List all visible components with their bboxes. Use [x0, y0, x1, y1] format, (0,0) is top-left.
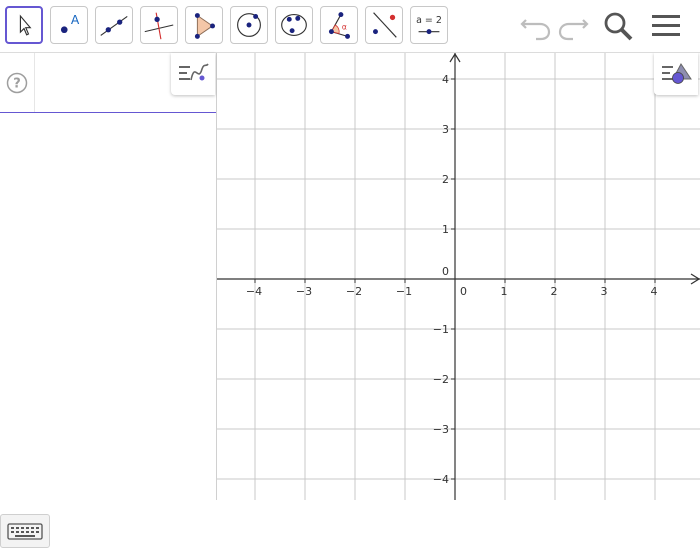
- help-button[interactable]: ?: [6, 72, 28, 94]
- x-tick-label: 3: [601, 285, 608, 298]
- y-tick-label: −2: [433, 373, 449, 386]
- y-tick-label: −1: [433, 323, 449, 336]
- graphics-view[interactable]: −4 −3 −2 −1 0 1 2 3 4 4 3 2 1 0 −1 −2 −3 −4: [217, 53, 700, 500]
- point-icon: A: [60, 13, 80, 34]
- graphics-style-bar-icon: [662, 63, 692, 84]
- coordinate-plane[interactable]: −4 −3 −2 −1 0 1 2 3 4 4 3 2 1 0 −1 −2 −3 −4: [217, 53, 700, 500]
- menu-icon: [652, 15, 680, 36]
- line-tool-button[interactable]: [95, 6, 133, 44]
- reflect-tool-button[interactable]: [365, 6, 403, 44]
- keyboard-icon: [7, 523, 43, 540]
- angle-icon: α: [328, 12, 350, 39]
- point-tool-button[interactable]: A: [50, 6, 88, 44]
- x-tick-label: 4: [651, 285, 658, 298]
- x-tick-label: −1: [396, 285, 412, 298]
- angle-tool-label: α: [342, 23, 347, 32]
- point-tool-label: A: [71, 13, 80, 27]
- algebra-style-bar-icon: [179, 63, 209, 81]
- perpendicular-line-tool-button[interactable]: [140, 6, 178, 44]
- x-tick-label: 0: [460, 285, 467, 298]
- x-tick-label: −3: [296, 285, 312, 298]
- circle-tool-button[interactable]: [230, 6, 268, 44]
- slider-tool-button[interactable]: a = 2: [410, 6, 448, 44]
- keyboard-button[interactable]: [0, 514, 50, 548]
- input-divider: [34, 53, 35, 112]
- help-icon: ?: [6, 72, 28, 94]
- x-tick-label: 1: [501, 285, 508, 298]
- slider-tool-label: a = 2: [416, 15, 442, 26]
- algebra-style-bar-button[interactable]: [171, 53, 215, 95]
- perpendicular-line-icon: [144, 12, 174, 40]
- y-tick-label: −4: [433, 473, 449, 486]
- undo-button[interactable]: [518, 8, 554, 44]
- cursor-arrow-icon: [19, 14, 32, 36]
- y-tick-label: −3: [433, 423, 449, 436]
- y-tick-label: 2: [442, 173, 449, 186]
- x-tick-label: −4: [246, 285, 262, 298]
- conic-tool-button[interactable]: [275, 6, 313, 44]
- search-icon: [604, 12, 633, 41]
- polygon-tool-button[interactable]: [185, 6, 223, 44]
- redo-icon: [558, 19, 589, 41]
- algebra-view: ?: [0, 53, 217, 548]
- y-tick-label: 1: [442, 223, 449, 236]
- y-tick-label: 3: [442, 123, 449, 136]
- x-tick-label: −2: [346, 285, 362, 298]
- y-tick-label: 4: [442, 73, 449, 86]
- graphics-style-bar-button[interactable]: [654, 53, 698, 95]
- angle-tool-button[interactable]: α: [320, 6, 358, 44]
- y-tick-label: 0: [442, 265, 449, 278]
- search-button[interactable]: [600, 8, 636, 44]
- line-through-points-icon: [100, 16, 128, 36]
- move-tool-button[interactable]: [5, 6, 43, 44]
- x-tick-label: 2: [551, 285, 558, 298]
- polygon-icon: [194, 13, 215, 39]
- slider-icon: a = 2: [416, 15, 442, 35]
- reflect-about-line-icon: [373, 12, 397, 38]
- ellipse-icon: [281, 14, 307, 36]
- undo-icon: [520, 19, 551, 41]
- svg-text:?: ?: [13, 77, 21, 92]
- main-menu-button[interactable]: [648, 8, 684, 44]
- toolbar: A α a = 2: [0, 0, 700, 53]
- circle-center-point-icon: [237, 13, 261, 37]
- redo-button[interactable]: [555, 8, 591, 44]
